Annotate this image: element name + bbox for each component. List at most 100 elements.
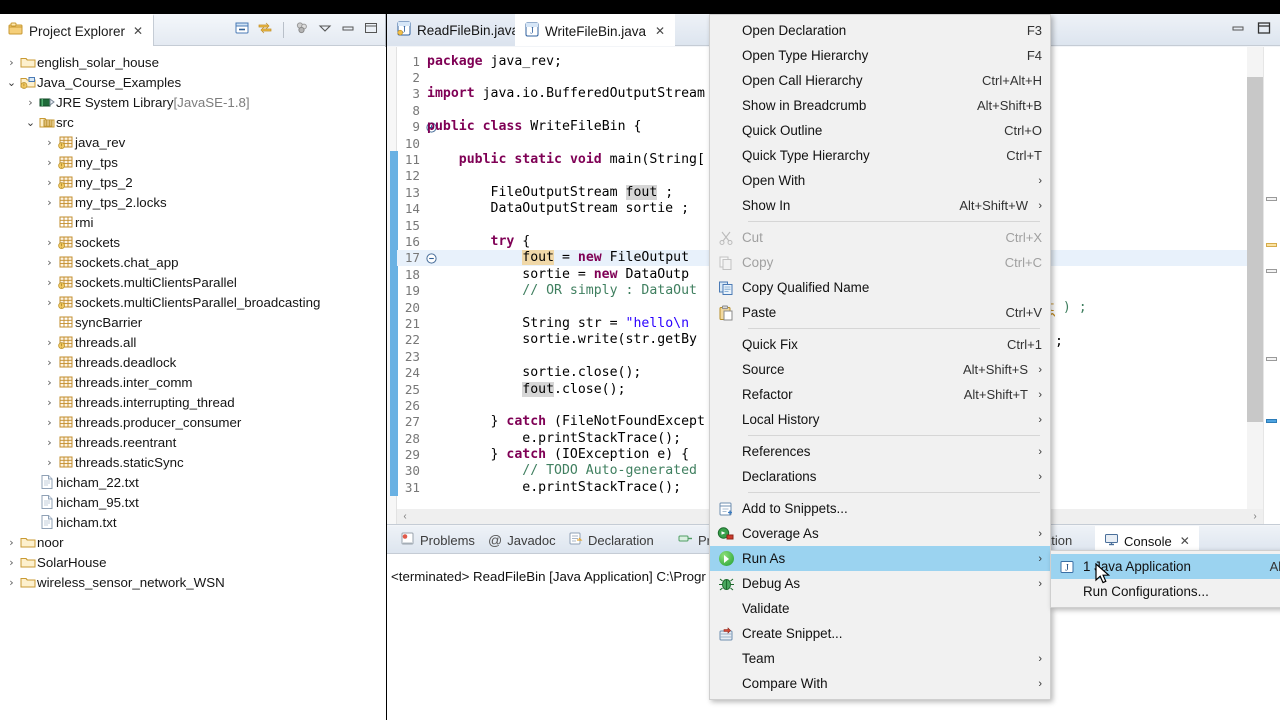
menu-item-run-as[interactable]: Run As › xyxy=(710,546,1050,571)
chevron-right-icon[interactable]: › xyxy=(43,256,56,269)
editor-context-menu[interactable]: Open Declaration F3 Open Type Hierarchy F4 O… xyxy=(709,14,1051,700)
menu-item-team[interactable]: Team › xyxy=(710,646,1050,671)
collapse-all-icon[interactable] xyxy=(234,20,250,41)
tree-item[interactable]: › threads.deadlock xyxy=(0,352,386,372)
tree-item[interactable]: syncBarrier xyxy=(0,312,386,332)
menu-item-coverage-as[interactable]: Coverage As › xyxy=(710,521,1050,546)
menu-item-add-to-snippets[interactable]: Add to Snippets... xyxy=(710,496,1050,521)
chevron-right-icon[interactable]: › xyxy=(43,356,56,369)
run-as-submenu[interactable]: J 1 Java Application Alt+S Run Configuratio… xyxy=(1050,550,1280,608)
menu-item-references[interactable]: References › xyxy=(710,439,1050,464)
editor-tab-writefilebin[interactable]: J WriteFileBin.java ✕ xyxy=(515,14,676,46)
scroll-left-arrow[interactable]: ‹ xyxy=(397,511,413,522)
tree-item[interactable]: › english_solar_house xyxy=(0,52,386,72)
chevron-right-icon[interactable]: › xyxy=(43,136,56,149)
tree-item[interactable]: › threads.reentrant xyxy=(0,432,386,452)
menu-item-local-history[interactable]: Local History › xyxy=(710,407,1050,432)
maximize-icon[interactable] xyxy=(363,20,379,41)
tree-item[interactable]: rmi xyxy=(0,212,386,232)
tree-item[interactable]: ›! my_tps_2 xyxy=(0,172,386,192)
tree-item[interactable]: › JRE System Library [JavaSE-1.8] xyxy=(0,92,386,112)
menu-item-validate[interactable]: Validate xyxy=(710,596,1050,621)
menu-item-debug-as[interactable]: Debug As › xyxy=(710,571,1050,596)
tree-item[interactable]: › my_tps_2.locks xyxy=(0,192,386,212)
menu-item-open-call-hierarchy[interactable]: Open Call Hierarchy Ctrl+Alt+H xyxy=(710,68,1050,93)
chevron-right-icon[interactable]: › xyxy=(43,156,56,169)
tree-item[interactable]: hicham_95.txt xyxy=(0,492,386,512)
tree-item[interactable]: ›! sockets xyxy=(0,232,386,252)
menu-item-source[interactable]: Source Alt+Shift+S › xyxy=(710,357,1050,382)
chevron-right-icon[interactable]: › xyxy=(43,196,56,209)
tree-item[interactable]: hicham.txt xyxy=(0,512,386,532)
tree-item[interactable]: › wireless_sensor_network_WSN xyxy=(0,572,386,592)
tab-declaration[interactable]: Declaration xyxy=(559,526,663,554)
chevron-right-icon[interactable]: › xyxy=(43,396,56,409)
view-filter-icon[interactable] xyxy=(294,20,310,41)
menu-item-paste[interactable]: Paste Ctrl+V xyxy=(710,300,1050,325)
chevron-right-icon[interactable]: › xyxy=(43,416,56,429)
link-with-editor-icon[interactable] xyxy=(257,20,273,41)
close-icon[interactable]: ✕ xyxy=(133,24,143,38)
tree-item[interactable]: ›! sockets.multiClientsParallel xyxy=(0,272,386,292)
chevron-down-icon[interactable] xyxy=(317,20,333,41)
tree-item[interactable]: › threads.interrupting_thread xyxy=(0,392,386,412)
menu-item-compare-with[interactable]: Compare With › xyxy=(710,671,1050,696)
chevron-right-icon[interactable]: › xyxy=(43,436,56,449)
tree-item[interactable]: ›! sockets.multiClientsParallel_broadcast… xyxy=(0,292,386,312)
menu-item-open-with[interactable]: Open With › xyxy=(710,168,1050,193)
close-icon[interactable]: ✕ xyxy=(655,24,665,38)
tree-item[interactable]: ›! java_rev xyxy=(0,132,386,152)
chevron-right-icon[interactable]: › xyxy=(43,456,56,469)
tree-item[interactable]: › threads.inter_comm xyxy=(0,372,386,392)
menu-item-refactor[interactable]: Refactor Alt+Shift+T › xyxy=(710,382,1050,407)
chevron-right-icon[interactable]: › xyxy=(43,236,56,249)
tab-project-explorer[interactable]: Project Explorer ✕ xyxy=(0,14,155,46)
tree-item[interactable]: › noor xyxy=(0,532,386,552)
chevron-right-icon[interactable]: › xyxy=(43,376,56,389)
chevron-right-icon[interactable]: › xyxy=(43,276,56,289)
menu-item-declarations[interactable]: Declarations › xyxy=(710,464,1050,489)
tree-item[interactable]: › threads.producer_consumer xyxy=(0,412,386,432)
chevron-right-icon[interactable]: › xyxy=(43,176,56,189)
chevron-down-icon[interactable]: ⌄ xyxy=(24,116,37,129)
tree-item[interactable]: ⌄! Java_Course_Examples xyxy=(0,72,386,92)
chevron-down-icon[interactable]: ⌄ xyxy=(5,76,18,89)
tree-item[interactable]: ›! my_tps xyxy=(0,152,386,172)
minimize-icon[interactable] xyxy=(340,20,356,41)
close-icon[interactable]: ✕ xyxy=(1180,534,1190,548)
menu-item-open-type-hierarchy[interactable]: Open Type Hierarchy F4 xyxy=(710,43,1050,68)
menu-item-quick-type-hierarchy[interactable]: Quick Type Hierarchy Ctrl+T xyxy=(710,143,1050,168)
tree-item[interactable]: › SolarHouse xyxy=(0,552,386,572)
chevron-right-icon[interactable]: › xyxy=(5,576,18,589)
minimize-icon[interactable] xyxy=(1230,20,1246,41)
chevron-right-icon[interactable]: › xyxy=(24,96,37,109)
menu-item-show-in[interactable]: Show In Alt+Shift+W › xyxy=(710,193,1050,218)
tree-item[interactable]: ›! threads.all xyxy=(0,332,386,352)
project-tree[interactable]: › english_solar_house ⌄! Java_Course_Exampl… xyxy=(0,47,386,720)
tab-problems[interactable]: Problems xyxy=(391,526,484,554)
menu-item-quick-fix[interactable]: Quick Fix Ctrl+1 xyxy=(710,332,1050,357)
chevron-right-icon[interactable]: › xyxy=(5,56,18,69)
menu-item-quick-outline[interactable]: Quick Outline Ctrl+O xyxy=(710,118,1050,143)
scroll-right-arrow[interactable]: › xyxy=(1247,511,1263,522)
overview-ruler[interactable] xyxy=(1263,47,1280,524)
chevron-right-icon[interactable]: › xyxy=(5,536,18,549)
chevron-right-icon[interactable]: › xyxy=(43,296,56,309)
tree-item-label: hicham.txt xyxy=(56,514,117,530)
chevron-right-icon[interactable]: › xyxy=(5,556,18,569)
tree-item[interactable]: › threads.staticSync xyxy=(0,452,386,472)
menu-item-copy-qualified-name[interactable]: Copy Qualified Name xyxy=(710,275,1050,300)
menu-item-create-snippet[interactable]: Create Snippet... xyxy=(710,621,1050,646)
chevron-right-icon[interactable]: › xyxy=(43,336,56,349)
tree-item[interactable]: hicham_22.txt xyxy=(0,472,386,492)
menu-item-show-in-breadcrumb[interactable]: Show in Breadcrumb Alt+Shift+B xyxy=(710,93,1050,118)
editor-tab-readfilebin[interactable]: J ReadFileBin.java xyxy=(387,14,530,46)
menu-item-open-declaration[interactable]: Open Declaration F3 xyxy=(710,18,1050,43)
scrollbar-thumb[interactable] xyxy=(1247,77,1263,422)
tree-item[interactable]: ⌄ src xyxy=(0,112,386,132)
tree-item[interactable]: › sockets.chat_app xyxy=(0,252,386,272)
tab-javadoc[interactable]: @ Javadoc xyxy=(479,526,565,554)
maximize-icon[interactable] xyxy=(1256,20,1272,41)
menu-item-run-configurations[interactable]: Run Configurations... xyxy=(1051,579,1280,604)
menu-item-1-java-application[interactable]: J 1 Java Application Alt+S xyxy=(1051,554,1280,579)
